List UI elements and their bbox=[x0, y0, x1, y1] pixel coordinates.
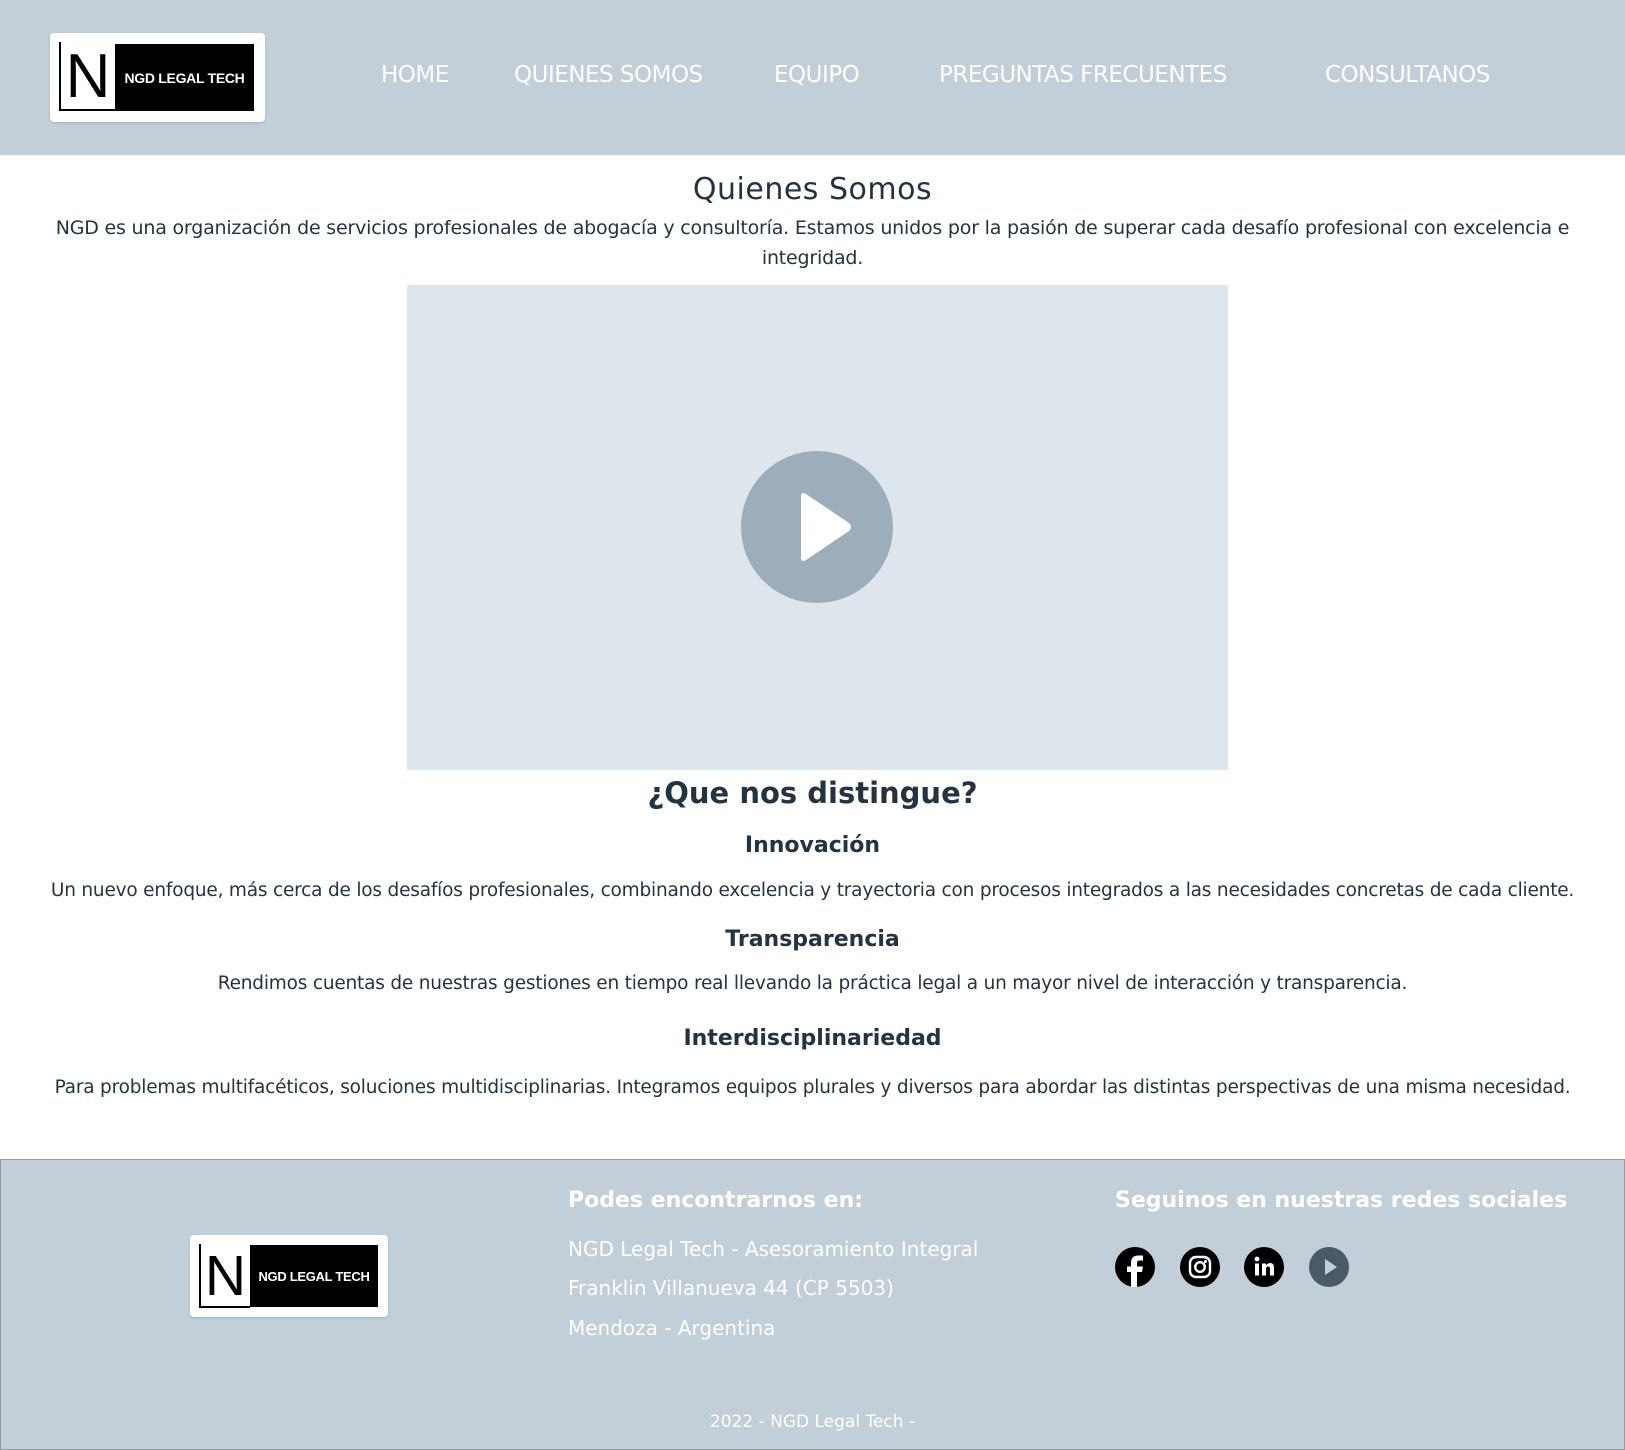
footer-logo[interactable]: N NGD LEGAL TECH bbox=[190, 1235, 388, 1317]
distinct-title: ¿Que nos distingue? bbox=[647, 776, 978, 810]
facebook-icon[interactable] bbox=[1115, 1247, 1155, 1287]
feature-text-innovacion: Un nuevo enfoque, más cerca de los desaf… bbox=[50, 880, 1575, 901]
logo-letter: N bbox=[59, 42, 115, 111]
feature-heading-interdisciplinariedad: Interdisciplinariedad bbox=[683, 1026, 942, 1051]
page-title: Quienes Somos bbox=[692, 172, 933, 207]
youtube-icon[interactable] bbox=[1309, 1247, 1349, 1287]
find-us-title: Podes encontrarnos en: bbox=[568, 1188, 864, 1213]
play-icon[interactable] bbox=[741, 451, 893, 603]
feature-heading-transparencia: Transparencia bbox=[725, 927, 900, 952]
logo-text: NGD LEGAL TECH bbox=[115, 44, 254, 111]
video-player[interactable] bbox=[407, 285, 1228, 770]
nav-home[interactable]: HOME bbox=[381, 62, 449, 88]
linkedin-icon[interactable] bbox=[1244, 1247, 1284, 1287]
logo-letter: N bbox=[199, 1244, 250, 1308]
header-logo[interactable]: N NGD LEGAL TECH bbox=[50, 33, 265, 122]
feature-text-interdisciplinariedad: Para problemas multifacéticos, solucione… bbox=[54, 1077, 1571, 1098]
nav-equipo[interactable]: EQUIPO bbox=[774, 62, 860, 88]
nav-quienes-somos[interactable]: QUIENES SOMOS bbox=[514, 62, 703, 88]
logo-text: NGD LEGAL TECH bbox=[250, 1245, 378, 1307]
address-line: Franklin Villanueva 44 (CP 5503) bbox=[568, 1276, 894, 1300]
social-title: Seguinos en nuestras redes sociales bbox=[1115, 1188, 1568, 1213]
feature-heading-innovacion: Innovación bbox=[744, 833, 881, 858]
site-header: N NGD LEGAL TECH HOME QUIENES SOMOS EQUI… bbox=[0, 0, 1625, 155]
nav-consultanos[interactable]: CONSULTANOS bbox=[1325, 62, 1490, 88]
intro-text: NGD es una organización de servicios pro… bbox=[55, 217, 1570, 269]
address-line: Mendoza - Argentina bbox=[568, 1316, 776, 1340]
copyright: 2022 - NGD Legal Tech - bbox=[709, 1412, 916, 1432]
site-footer: N NGD LEGAL TECH Podes encontrarnos en: … bbox=[0, 1159, 1625, 1450]
instagram-icon[interactable] bbox=[1180, 1247, 1220, 1287]
nav-preguntas-frecuentes[interactable]: PREGUNTAS FRECUENTES bbox=[939, 62, 1227, 88]
feature-text-transparencia: Rendimos cuentas de nuestras gestiones e… bbox=[217, 973, 1408, 994]
address-line: NGD Legal Tech - Asesoramiento Integral bbox=[568, 1237, 979, 1261]
